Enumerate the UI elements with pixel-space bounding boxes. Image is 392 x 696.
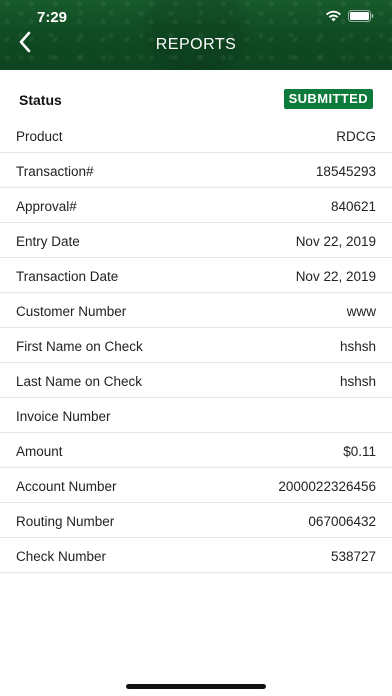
header-bar: 7:29 REPORTS (0, 0, 392, 70)
detail-label: Amount (16, 444, 63, 459)
detail-row: Transaction Date Nov 22, 2019 (0, 258, 392, 293)
detail-value: 538727 (330, 549, 376, 564)
detail-row: Amount $0.11 (0, 433, 392, 468)
detail-row: Invoice Number (0, 398, 392, 433)
detail-value: 840621 (330, 199, 376, 214)
detail-row: Customer Number www (0, 293, 392, 328)
detail-value: hshsh (339, 374, 376, 389)
detail-label: First Name on Check (16, 339, 143, 354)
status-label: Status (19, 92, 62, 108)
detail-list: Product RDCG Transaction# 18545293 Approval#… (0, 118, 392, 573)
detail-value: 2000022326456 (278, 479, 376, 494)
wifi-icon (325, 10, 342, 22)
detail-row: Entry Date Nov 22, 2019 (0, 223, 392, 258)
detail-row: First Name on Check hshsh (0, 328, 392, 363)
detail-label: Check Number (16, 549, 107, 564)
status-time: 7:29 (37, 9, 68, 26)
detail-row: Check Number 538727 (0, 538, 392, 573)
detail-row: Account Number 2000022326456 (0, 468, 392, 503)
detail-label: Customer Number (16, 304, 127, 319)
page-title: REPORTS (155, 36, 237, 53)
detail-row: Transaction# 18545293 (0, 153, 392, 188)
status-row: Status SUBMITTED (0, 82, 392, 118)
detail-row: Product RDCG (0, 118, 392, 153)
detail-row: Approval# 840621 (0, 188, 392, 223)
detail-label: Last Name on Check (16, 374, 143, 389)
detail-label: Invoice Number (16, 409, 111, 424)
detail-label: Account Number (16, 479, 117, 494)
detail-label: Routing Number (16, 514, 115, 529)
detail-row: Routing Number 067006432 (0, 503, 392, 538)
detail-value: 067006432 (308, 514, 376, 529)
detail-value: Nov 22, 2019 (295, 234, 376, 249)
detail-label: Transaction# (16, 164, 94, 179)
battery-icon (348, 10, 374, 22)
detail-value: Nov 22, 2019 (295, 269, 376, 284)
status-icons (325, 10, 374, 22)
detail-label: Approval# (16, 199, 77, 214)
detail-row: Last Name on Check hshsh (0, 363, 392, 398)
report-details: Status SUBMITTED Product RDCG Transaction#… (0, 82, 392, 573)
detail-value: www (346, 304, 376, 319)
detail-label: Transaction Date (16, 269, 119, 284)
detail-value: $0.11 (343, 444, 376, 459)
detail-value: 18545293 (315, 164, 376, 179)
navigation-bar: REPORTS (0, 30, 392, 70)
status-badge: SUBMITTED (283, 89, 373, 109)
detail-label: Product (16, 129, 63, 144)
home-indicator[interactable] (126, 684, 266, 689)
detail-value: hshsh (339, 339, 376, 354)
status-bar: 7:29 (0, 0, 392, 30)
detail-value: RDCG (336, 129, 376, 144)
detail-label: Entry Date (16, 234, 80, 249)
